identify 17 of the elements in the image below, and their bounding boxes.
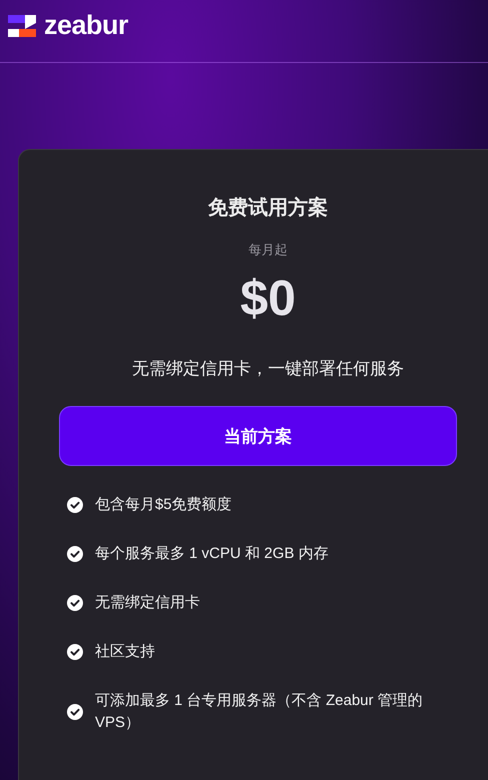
check-circle-icon — [67, 497, 83, 513]
plan-tagline: 无需绑定信用卡，一键部署任何服务 — [132, 358, 404, 380]
check-circle-icon — [67, 546, 83, 562]
plan-title: 免费试用方案 — [208, 195, 328, 221]
check-circle-icon — [67, 595, 83, 611]
check-circle-icon — [67, 704, 83, 720]
price: $0 — [240, 273, 296, 323]
feature-text: 每个服务最多 1 vCPU 和 2GB 内存 — [95, 544, 328, 564]
feature-text: 无需绑定信用卡 — [95, 593, 200, 613]
current-plan-button[interactable]: 当前方案 — [59, 406, 457, 466]
brand-name: zeabur — [44, 12, 128, 39]
check-circle-icon — [67, 644, 83, 660]
feature-text: 包含每月$5免费额度 — [95, 495, 232, 515]
logo-icon — [8, 14, 36, 36]
feature-text: 社区支持 — [95, 642, 155, 662]
feature-text: 可添加最多 1 台专用服务器（不含 Zeabur 管理的 VPS） — [95, 691, 424, 733]
price-note: 每月起 — [248, 241, 288, 259]
